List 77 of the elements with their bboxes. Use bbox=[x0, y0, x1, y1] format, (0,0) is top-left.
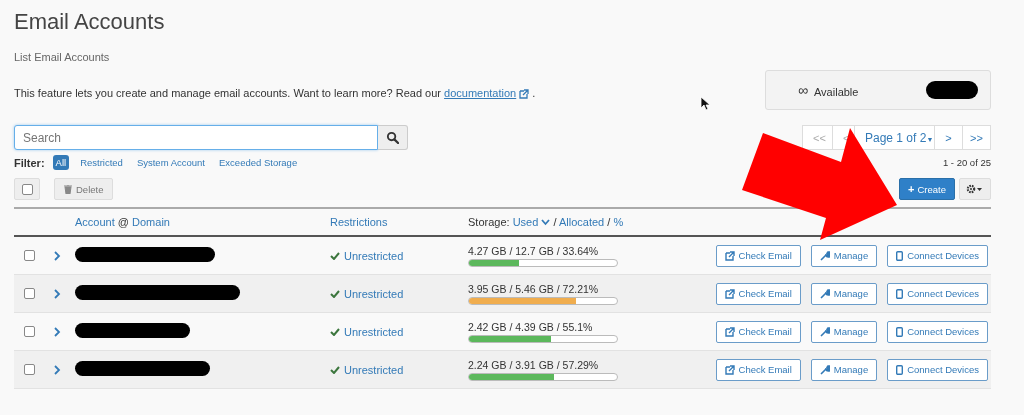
row-checkbox[interactable] bbox=[24, 364, 35, 375]
next-page-button[interactable]: > bbox=[934, 125, 963, 150]
external-link-icon bbox=[519, 89, 530, 100]
wrench-icon bbox=[819, 326, 830, 337]
phone-icon bbox=[896, 250, 904, 261]
manage-button[interactable]: Manage bbox=[810, 320, 878, 343]
storage-usage: 2.24 GB / 3.91 GB / 57.29% bbox=[468, 358, 600, 371]
description-text: This feature lets you create and manage email accounts. Want to learn more? Read our bbox=[14, 87, 441, 99]
filter-option[interactable]: All bbox=[52, 155, 70, 170]
storage-header[interactable]: Storage: Used / Allocated / % bbox=[468, 216, 991, 228]
create-button[interactable]: + Create bbox=[899, 178, 955, 200]
previous-page-button[interactable]: << bbox=[802, 125, 833, 150]
restriction-status[interactable]: Unrestricted bbox=[330, 249, 468, 262]
wrench-icon bbox=[819, 288, 830, 299]
available-label: Available bbox=[814, 85, 859, 98]
delete-button[interactable]: Delete bbox=[54, 178, 114, 200]
wrench-icon bbox=[819, 364, 830, 375]
manage-button[interactable]: Manage bbox=[810, 282, 878, 305]
check-email-button[interactable]: Check Email bbox=[715, 358, 801, 381]
account-domain-header[interactable]: Account @ Domain bbox=[75, 216, 330, 228]
restriction-status[interactable]: Unrestricted bbox=[330, 287, 468, 300]
sort-caret-icon bbox=[541, 219, 551, 226]
result-count: 1 - 20 of 25 bbox=[942, 157, 991, 168]
connect-devices-button[interactable]: Connect Devices bbox=[887, 282, 988, 305]
chevron-icon[interactable] bbox=[54, 250, 61, 261]
phone-icon bbox=[896, 288, 904, 299]
row-checkbox[interactable] bbox=[24, 288, 35, 299]
settings-button[interactable] bbox=[959, 178, 991, 200]
check-email-button[interactable]: Check Email bbox=[715, 320, 801, 343]
chevron-icon[interactable] bbox=[54, 326, 61, 337]
connect-devices-button[interactable]: Connect Devices bbox=[887, 244, 988, 267]
restrictions-header[interactable]: Restrictions bbox=[330, 216, 468, 228]
phone-icon bbox=[896, 364, 904, 375]
redaction-mark bbox=[926, 81, 979, 99]
row-checkbox[interactable] bbox=[24, 250, 35, 261]
gear-caret-icon bbox=[966, 184, 984, 194]
check-icon bbox=[330, 327, 340, 336]
filter-option[interactable]: Restricted bbox=[77, 155, 126, 170]
filter-option[interactable]: Exceeded Storage bbox=[216, 155, 301, 170]
select-all-checkbox[interactable] bbox=[21, 183, 33, 195]
manage-button[interactable]: Manage bbox=[810, 244, 878, 267]
external-link-icon bbox=[724, 326, 735, 337]
search-field[interactable]: Search bbox=[14, 125, 378, 150]
select-all-button[interactable] bbox=[14, 178, 40, 200]
chevron-icon[interactable] bbox=[54, 288, 61, 299]
next-page-button[interactable]: >> bbox=[962, 125, 991, 150]
check-icon bbox=[330, 251, 340, 260]
page-subtitle: List Email Accounts bbox=[14, 51, 111, 63]
chevron-icon[interactable] bbox=[54, 364, 61, 375]
page-title: Email Accounts bbox=[14, 8, 166, 36]
connect-devices-button[interactable]: Connect Devices bbox=[887, 358, 988, 381]
manage-button[interactable]: Manage bbox=[810, 358, 878, 381]
filter-label: Filter: bbox=[14, 156, 45, 169]
wrench-icon bbox=[819, 250, 830, 261]
filter-option[interactable]: System Account bbox=[133, 155, 208, 170]
storage-usage: 2.42 GB / 4.39 GB / 55.1% bbox=[468, 320, 594, 333]
cursor-icon bbox=[700, 96, 710, 111]
search-icon bbox=[386, 131, 399, 144]
row-checkbox[interactable] bbox=[24, 326, 35, 337]
connect-devices-button[interactable]: Connect Devices bbox=[887, 320, 988, 343]
external-link-icon bbox=[724, 288, 735, 299]
external-link-icon bbox=[724, 250, 735, 261]
restriction-status[interactable]: Unrestricted bbox=[330, 363, 468, 376]
infinity-symbol: ∞ bbox=[798, 82, 808, 98]
check-icon bbox=[330, 289, 340, 298]
check-email-button[interactable]: Check Email bbox=[715, 244, 801, 267]
phone-icon bbox=[896, 326, 904, 337]
external-link-icon bbox=[724, 364, 735, 375]
restriction-status[interactable]: Unrestricted bbox=[330, 325, 468, 338]
check-email-button[interactable]: Check Email bbox=[715, 282, 801, 305]
trash-icon bbox=[64, 184, 72, 194]
description-period: . bbox=[532, 87, 536, 99]
check-icon bbox=[330, 365, 340, 374]
documentation-link[interactable]: documentation bbox=[444, 87, 530, 99]
storage-usage: 3.95 GB / 5.46 GB / 72.21% bbox=[468, 282, 600, 295]
storage-usage: 4.27 GB / 12.7 GB / 33.64% bbox=[468, 244, 600, 257]
search-button[interactable] bbox=[378, 125, 408, 150]
